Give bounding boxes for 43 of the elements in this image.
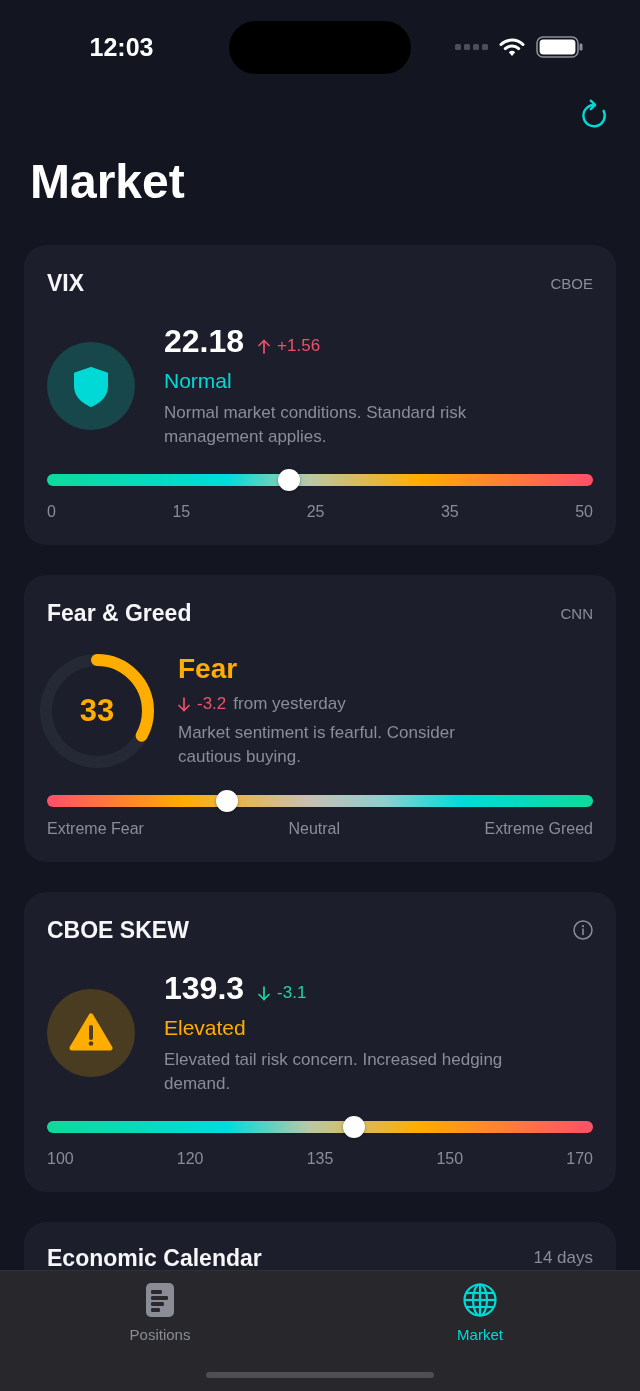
card-title: Fear & Greed bbox=[47, 599, 192, 627]
change-value: -3.2 bbox=[197, 694, 227, 714]
battery-icon bbox=[535, 36, 583, 58]
wifi-icon bbox=[498, 37, 525, 57]
gauge-label: 120 bbox=[176, 1149, 204, 1169]
page-title: Market bbox=[30, 154, 186, 210]
gauge-label: 50 bbox=[575, 502, 593, 522]
card-title: Economic Calendar bbox=[47, 1246, 262, 1270]
tab-button[interactable]: Positions bbox=[129, 1283, 191, 1344]
index-value: 139.3 bbox=[164, 969, 245, 1007]
date-range: 14 days bbox=[533, 1248, 593, 1268]
description: Market sentiment is fearful. Consider cautious buying. bbox=[178, 722, 456, 768]
gauge-label: 35 bbox=[440, 502, 459, 522]
change-value: -3.1 bbox=[277, 983, 307, 1003]
gauge-label: 25 bbox=[306, 502, 325, 522]
status-label: Elevated bbox=[164, 1015, 247, 1041]
gauge-label: 135 bbox=[306, 1149, 334, 1169]
change-value: +1.56 bbox=[277, 336, 321, 356]
gauge-label: 15 bbox=[172, 502, 191, 522]
gauge-label: 150 bbox=[436, 1149, 464, 1169]
card-title: VIX bbox=[47, 269, 85, 297]
info-icon[interactable] bbox=[573, 920, 593, 940]
gauge-label: 0 bbox=[47, 502, 56, 522]
gauge-label: Neutral bbox=[288, 819, 340, 839]
description: Elevated tail risk concern. Increased hedging demand. bbox=[164, 1049, 504, 1095]
card-source: CNN bbox=[560, 604, 593, 622]
document-list-icon bbox=[146, 1283, 174, 1317]
gauge-label: Extreme Fear bbox=[47, 819, 144, 839]
status-label: Fear bbox=[178, 652, 239, 686]
gauge-label: 170 bbox=[566, 1149, 593, 1169]
change-caption: from yesterday bbox=[233, 694, 346, 714]
status-label: Normal bbox=[164, 368, 233, 394]
description: Normal market conditions. Standard risk management applies. bbox=[164, 402, 468, 448]
score-value: 33 bbox=[79, 692, 115, 729]
signal-icon bbox=[454, 44, 488, 50]
gauge-label: 100 bbox=[47, 1149, 74, 1169]
tab-button[interactable]: Market bbox=[457, 1283, 503, 1344]
index-value: 22.18 bbox=[164, 322, 245, 360]
gauge-label: Extreme Greed bbox=[484, 819, 593, 839]
card-source: CBOE bbox=[550, 274, 593, 292]
globe-icon bbox=[463, 1283, 497, 1317]
status-time: 12:03 bbox=[89, 32, 154, 62]
card-title: CBOE SKEW bbox=[47, 916, 189, 944]
